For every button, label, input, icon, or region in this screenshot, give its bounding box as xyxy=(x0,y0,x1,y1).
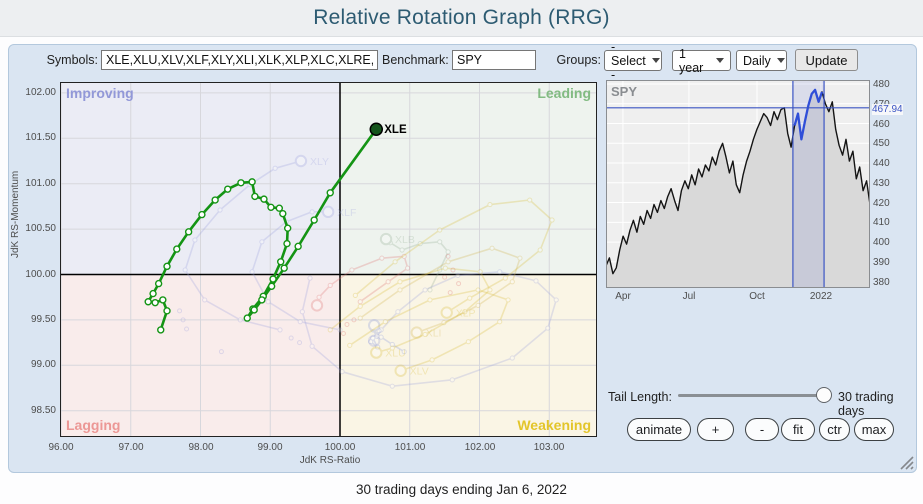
tail-length-slider-track[interactable] xyxy=(678,394,830,397)
rrg-y-tick: 101.50 xyxy=(24,132,56,143)
symbol-marker-xlv xyxy=(395,366,405,376)
title-bar: Relative Rotation Graph (RRG) xyxy=(0,0,923,37)
spy-chart-title: SPY xyxy=(611,84,637,99)
fit-button[interactable]: fit xyxy=(781,418,815,441)
rrg-y-tick: 99.50 xyxy=(24,314,56,325)
spy-y-tick: 380 xyxy=(873,277,890,288)
zoom-in-button[interactable]: + xyxy=(697,418,734,441)
groups-select-value: - Select - xyxy=(611,40,646,82)
rrg-x-tick: 101.00 xyxy=(390,442,430,453)
quadrant-label-leading: Leading xyxy=(537,85,591,101)
quadrant-label-improving: Improving xyxy=(66,85,134,101)
rrg-y-tick: 100.50 xyxy=(24,223,56,234)
symbols-input[interactable] xyxy=(101,50,378,70)
animate-button[interactable]: animate xyxy=(627,418,691,441)
page-title: Relative Rotation Graph (RRG) xyxy=(313,6,609,30)
spy-y-tick: 390 xyxy=(873,257,890,268)
symbol-label-xle: XLE xyxy=(384,124,407,136)
spy-window-band xyxy=(793,80,824,288)
rrg-app: Relative Rotation Graph (RRG) Symbols: B… xyxy=(0,0,923,504)
rrg-x-tick: 97.00 xyxy=(111,442,151,453)
spy-x-tick: Apr xyxy=(607,291,639,302)
symbol-marker-xlb xyxy=(381,234,391,244)
rrg-x-axis-title: JdK RS-Ratio xyxy=(240,455,420,466)
symbol-label-xlv: XLV xyxy=(410,366,429,378)
symbol-label-xly: XLY xyxy=(310,156,329,168)
symbol-marker-xlu xyxy=(371,347,381,357)
spy-y-tick: 400 xyxy=(873,237,890,248)
frequency-select[interactable]: Daily xyxy=(736,50,787,71)
symbol-marker-xlre xyxy=(312,300,322,310)
spy-y-tick: 460 xyxy=(873,119,890,130)
benchmark-label: Benchmark: xyxy=(382,50,448,71)
symbol-label-xlu: XLU xyxy=(385,348,405,360)
chevron-down-icon xyxy=(777,58,785,63)
rrg-x-tick: 103.00 xyxy=(529,442,569,453)
tail-length-label: Tail Length: xyxy=(608,390,672,404)
rrg-x-tick: 98.00 xyxy=(181,442,221,453)
spy-mini-chart: SPY xyxy=(606,80,870,288)
rrg-x-tick: 96.00 xyxy=(41,442,81,453)
spy-y-tick: 450 xyxy=(873,138,890,149)
footer-caption: 30 trading days ending Jan 6, 2022 xyxy=(0,482,923,497)
quadrant-label-lagging: Lagging xyxy=(66,417,120,433)
rrg-y-tick: 102.00 xyxy=(24,87,56,98)
spy-x-tick: 2022 xyxy=(805,291,837,302)
groups-select[interactable]: - Select - xyxy=(604,50,662,71)
chevron-down-icon xyxy=(652,58,660,63)
zoom-out-button[interactable]: - xyxy=(745,418,779,441)
update-button[interactable]: Update xyxy=(795,49,858,71)
period-select-value: 1 year xyxy=(679,47,710,75)
tail-length-slider-thumb[interactable] xyxy=(816,387,832,403)
benchmark-input[interactable] xyxy=(452,50,536,70)
max-button[interactable]: max xyxy=(854,418,894,441)
period-select[interactable]: 1 year xyxy=(672,50,731,71)
spy-x-tick: Jul xyxy=(673,291,705,302)
groups-label: Groups: xyxy=(556,50,601,71)
spy-y-tick: 440 xyxy=(873,158,890,169)
resize-handle-icon[interactable] xyxy=(894,450,916,472)
frequency-select-value: Daily xyxy=(743,54,771,68)
symbol-label-xlb: XLB xyxy=(395,234,415,246)
rrg-x-tick: 99.00 xyxy=(250,442,290,453)
rrg-y-tick: 99.00 xyxy=(24,359,56,370)
rrg-x-tick: 102.00 xyxy=(460,442,500,453)
chevron-down-icon xyxy=(716,58,724,63)
symbol-marker-xlp xyxy=(442,307,452,317)
quadrant-leading xyxy=(340,82,597,275)
spy-x-tick: Oct xyxy=(741,291,773,302)
rrg-y-tick: 100.00 xyxy=(24,269,56,280)
spy-y-tick: 480 xyxy=(873,79,890,90)
symbol-label-xlf: XLF xyxy=(337,207,356,219)
symbol-marker-xle xyxy=(370,123,382,135)
quadrant-label-weakening: Weakening xyxy=(517,417,591,433)
symbol-marker-xlf xyxy=(323,207,333,217)
rrg-y-tick: 98.50 xyxy=(24,405,56,416)
spy-y-tick: 410 xyxy=(873,217,890,228)
spy-y-tick: 420 xyxy=(873,198,890,209)
ctr-button[interactable]: ctr xyxy=(819,418,850,441)
rrg-y-axis-title: JdK RS-Momentum xyxy=(10,171,21,258)
rrg-x-tick: 100.00 xyxy=(320,442,360,453)
tail-length-value: 30 trading days xyxy=(838,390,923,418)
rrg-y-tick: 101.00 xyxy=(24,178,56,189)
symbols-label: Symbols: xyxy=(38,50,98,71)
spy-price-label: 467.94 xyxy=(872,104,903,115)
symbol-marker-xly xyxy=(296,156,306,166)
rrg-chart[interactable]: XLYXLFXLBXLPXLIXLUXLVXLEImprovingLeading… xyxy=(60,82,597,437)
spy-y-tick: 430 xyxy=(873,178,890,189)
